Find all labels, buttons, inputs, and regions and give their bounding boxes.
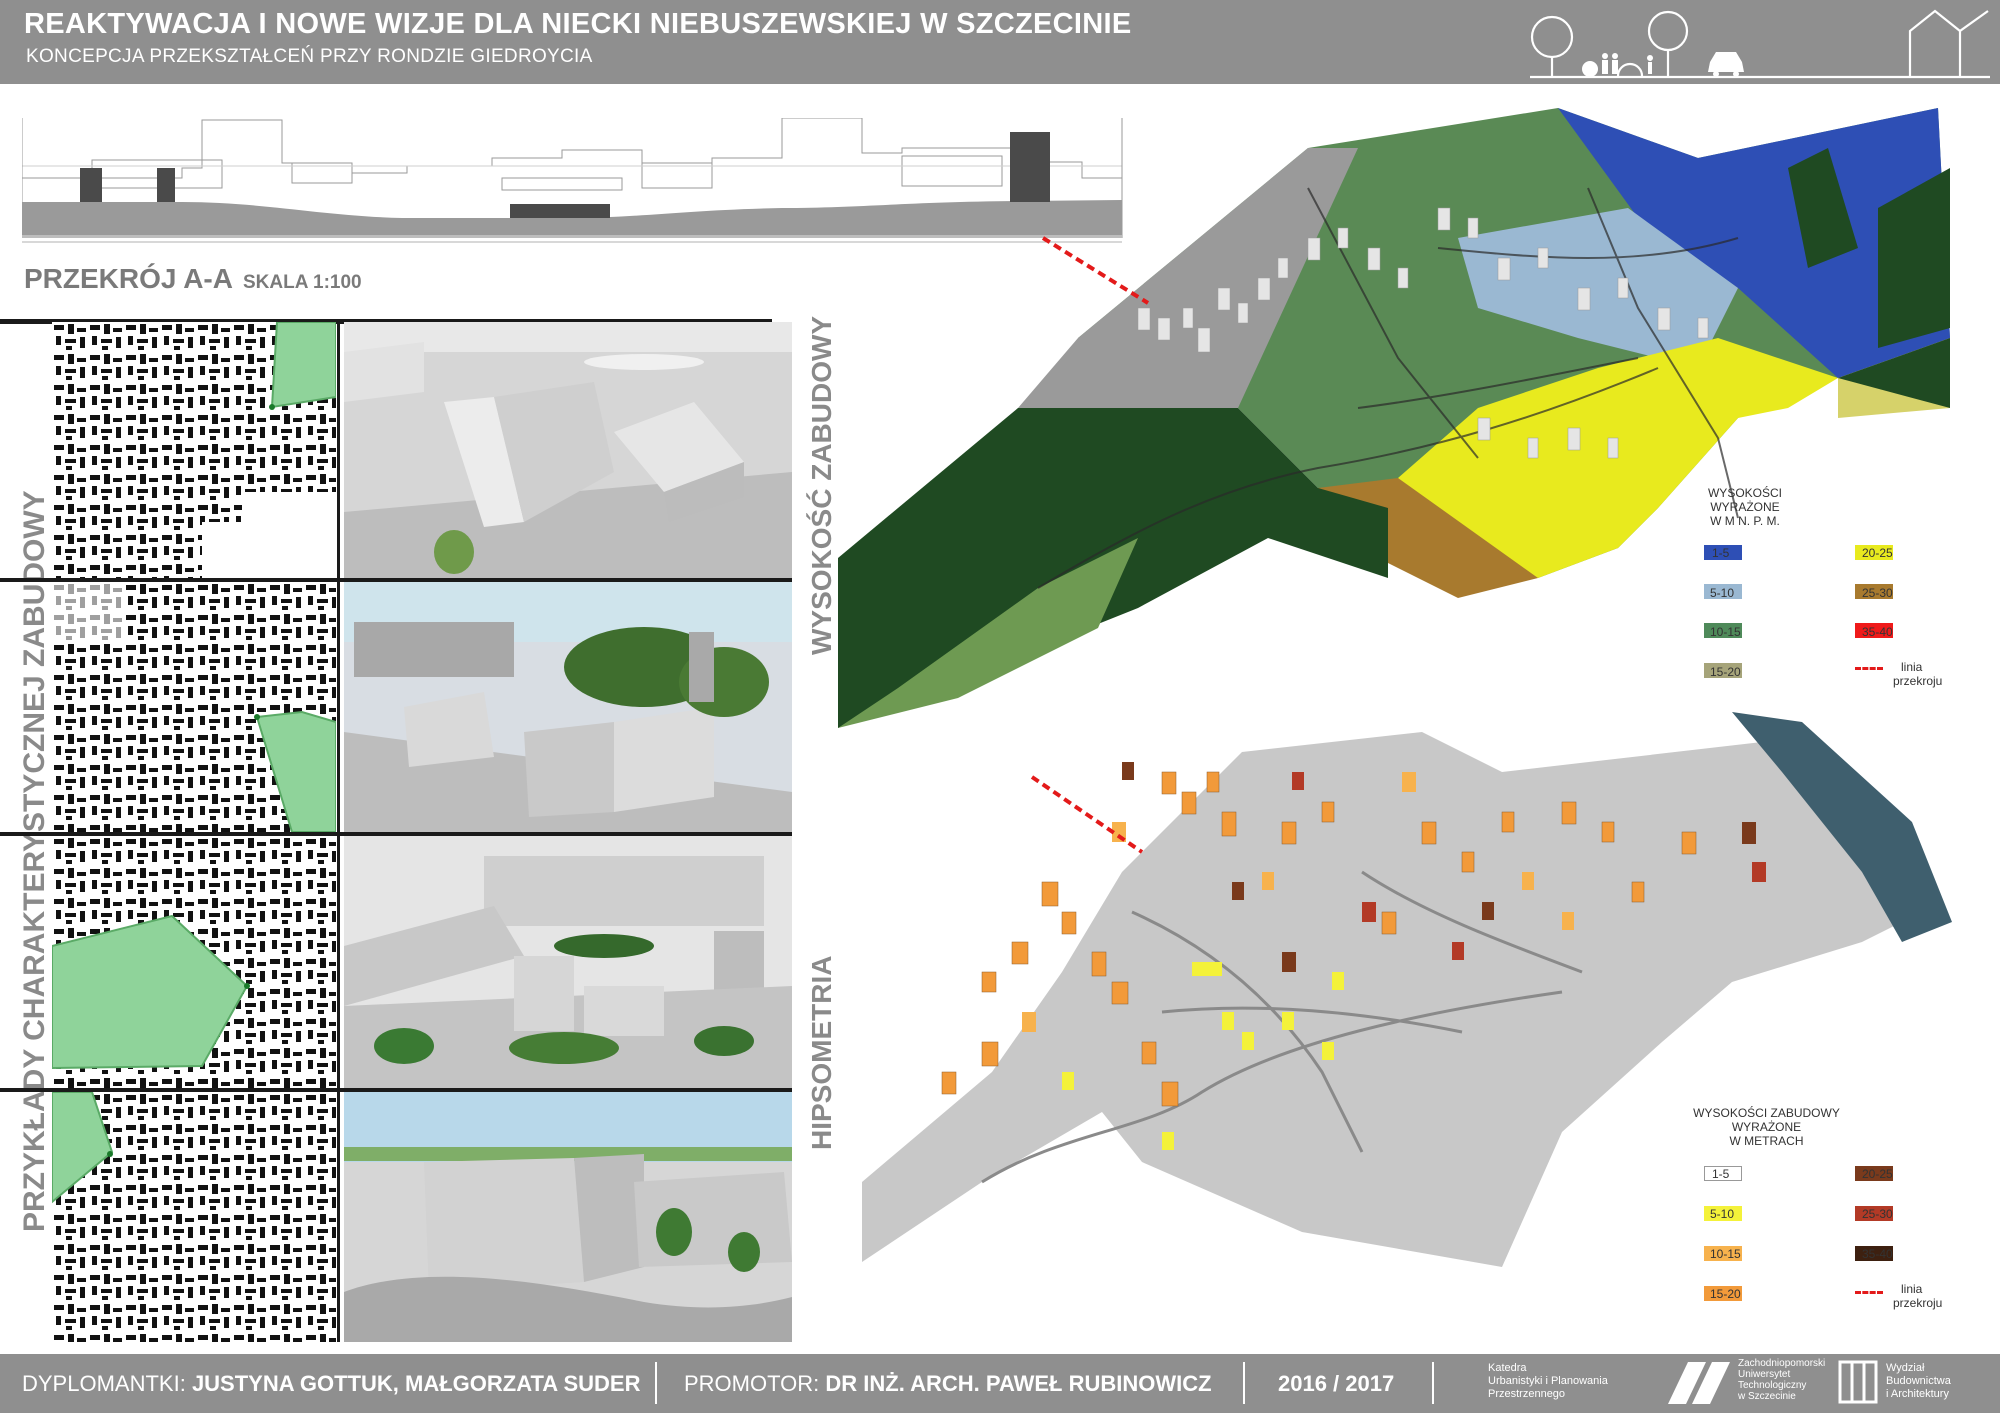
department-name: Katedra Urbanistyki i Planowania Przestr… <box>1488 1362 1608 1400</box>
section-line-swatch <box>1855 667 1883 670</box>
section-line-label: linia przekroju <box>1893 660 1943 688</box>
legend-label: 20-25 <box>1862 546 1893 560</box>
legend-label: 10-15 <box>1710 1247 1741 1261</box>
heights-label: WYSOKOŚĆ ZABUDOWY <box>806 315 837 655</box>
section-name: PRZEKRÓJ A-A <box>24 263 233 294</box>
section-line-label: linia przekroju <box>1893 1282 1943 1310</box>
legend-label: 15-20 <box>1710 665 1741 679</box>
faculty-name: Wydział Budownictwa i Architektury <box>1886 1362 1951 1400</box>
footer-divider <box>1432 1362 1434 1404</box>
figure-ground-map <box>52 1092 336 1342</box>
examples-label: PRZYKŁADY CHARAKTERYSTYCZNEJ ZABUDOWY <box>18 490 51 1232</box>
academic-year: 2016 / 2017 <box>1278 1371 1395 1396</box>
section-title: PRZEKRÓJ A-A SKALA 1:100 <box>24 263 362 295</box>
page-subtitle: KONCEPCJA PRZEKSZTAŁCEŃ PRZY RONDZIE GIE… <box>26 46 593 67</box>
building-heights-3d-map <box>862 712 1952 1267</box>
legend-label: 10-15 <box>1710 625 1741 639</box>
render-view-3 <box>344 836 792 1088</box>
promoter: PROMOTOR: DR INŻ. ARCH. PAWEŁ RUBINOWICZ <box>684 1371 1212 1396</box>
section-scale: SKALA 1:100 <box>242 272 362 293</box>
render-view-4 <box>344 1092 792 1342</box>
street-pictogram-icon <box>1530 9 1990 79</box>
legend-label: 20-25 <box>1862 1167 1893 1181</box>
figure-ground-map <box>52 322 336 578</box>
column-divider <box>337 322 340 1342</box>
university-name: Zachodniopomorski Uniwersytet Technologi… <box>1738 1358 1826 1402</box>
university-logo-icon <box>1668 1362 1730 1404</box>
legend-label: 35-40 <box>1862 625 1893 639</box>
render-view-1 <box>344 322 792 578</box>
hypsometry-3d-map <box>838 108 1950 728</box>
legend-label: 5-10 <box>1710 586 1735 600</box>
hypsometry-label: HIPSOMETRIA <box>806 955 837 1150</box>
legend-label: 15-20 <box>1710 1287 1741 1301</box>
legend-label: 1-5 <box>1712 1167 1730 1181</box>
heights-legend-title: WYSOKOŚCI ZABUDOWY WYRAŻONE W METRACH <box>1693 1106 1840 1148</box>
authors: DYPLOMANTKI: JUSTYNA GOTTUK, MAŁGORZATA … <box>22 1371 641 1396</box>
legend-label: 1-5 <box>1712 546 1730 560</box>
hypso-legend-title: WYSOKOŚCI WYRAŻONE W M N. P. M. <box>1707 486 1782 528</box>
render-view-2 <box>344 582 792 832</box>
legend-label: 5-10 <box>1710 1207 1735 1221</box>
figure-ground-map <box>52 836 336 1088</box>
footer-divider <box>1243 1362 1245 1404</box>
legend-label: 35-40 <box>1862 1247 1893 1261</box>
section-line-swatch <box>1855 1291 1883 1294</box>
footer-divider <box>655 1362 657 1404</box>
figure-ground-map <box>52 582 336 832</box>
page-title: REAKTYWACJA I NOWE WIZJE DLA NIECKI NIEB… <box>24 8 1132 40</box>
legend-label: 25-30 <box>1862 586 1893 600</box>
faculty-logo-icon <box>1838 1360 1878 1404</box>
legend-label: 25-30 <box>1862 1207 1893 1221</box>
